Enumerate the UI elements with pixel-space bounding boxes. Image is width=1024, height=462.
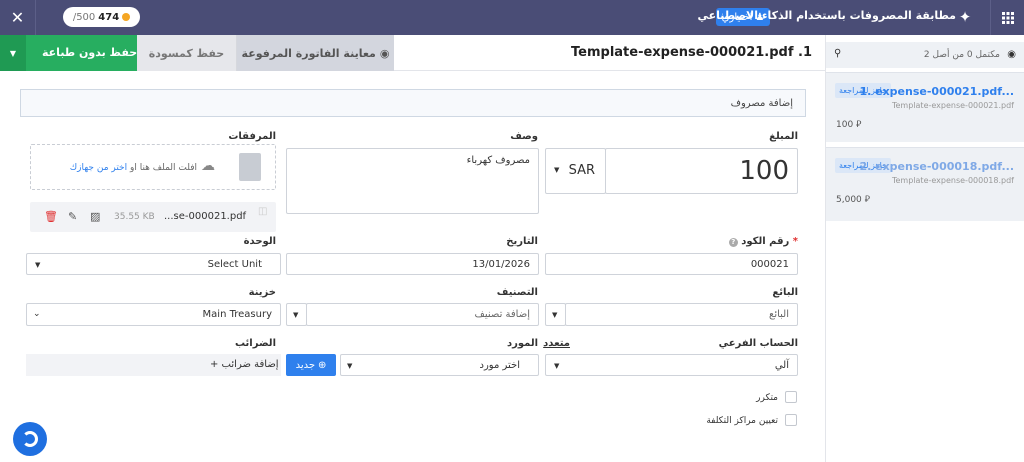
treasury-value: Main Treasury [202, 309, 272, 320]
save-no-print-button[interactable]: ▼ حفظ بدون طباعة [0, 35, 137, 71]
amount-input[interactable]: 100 [605, 148, 798, 194]
sidebar-item-file: Template-expense-000021.pdf [891, 101, 1014, 110]
credits-total: /500 [72, 11, 96, 23]
help-icon[interactable]: ? [728, 238, 738, 247]
sidebar-item-name: 2. expense-000018.pdf... [859, 160, 1014, 173]
document-title: Template-expense-000021.pdf .1 [571, 45, 812, 60]
section-header: إضافة مصروف [20, 89, 806, 117]
sidebar-header: ◉ مكتمل 0 من أصل 2 ⚲ [826, 42, 1024, 68]
search-icon[interactable]: ⚲ [834, 48, 841, 59]
save-dropdown-caret[interactable]: ▼ [0, 35, 26, 71]
chevron-down-icon: ⌄ [33, 309, 41, 319]
subaccount-select[interactable]: ▼ آلي [545, 354, 798, 376]
file-type-icon: ◫ [258, 206, 268, 217]
file-placeholder-icon [239, 153, 261, 181]
vendor-label: البائع [772, 287, 798, 298]
sidebar-item-file: Template-expense-000018.pdf [891, 176, 1014, 185]
unit-label: الوحدة [243, 236, 276, 247]
plus-circle-icon: ⊕ [318, 359, 327, 371]
recurring-label: متكرر [756, 393, 778, 403]
category-value: إضافة تصنيف [474, 309, 530, 320]
file-name: ...se-000021.pdf [164, 211, 247, 222]
edit-icon[interactable]: ✎ [68, 210, 77, 223]
add-tax-label: إضافة ضرائب + [210, 359, 279, 370]
cost-centers-checkbox[interactable] [785, 414, 797, 426]
save-draft-button[interactable]: حفظ كمسودة [137, 35, 237, 71]
description-textarea[interactable]: مصروف كهرباء [286, 148, 539, 214]
vendor-input[interactable]: البائع [565, 303, 798, 326]
preview-label: معاينة الفاتورة المرفوعة [241, 46, 376, 60]
amount-value: 100 [739, 156, 789, 186]
credits-used: 474 [98, 11, 120, 23]
code-input[interactable]: 000021 [545, 253, 798, 275]
subaccount-label: الحساب الفرعي [718, 338, 798, 349]
recurring-checkbox[interactable] [785, 391, 797, 403]
currency-value: SAR [568, 163, 595, 178]
supplier-value: اختر مورد [479, 360, 520, 371]
assistant-logo-icon[interactable] [13, 422, 47, 456]
sidebar-summary: مكتمل 0 من أصل 2 [923, 50, 1000, 60]
treasury-select[interactable]: ⌄ Main Treasury [26, 303, 281, 326]
upload-cloud-icon: ☁ [201, 158, 215, 174]
eye-icon: ◉ [379, 46, 390, 60]
date-value: 13/01/2026 [472, 259, 530, 270]
coin-icon [122, 13, 131, 21]
currency-select[interactable]: ▼ SAR [545, 148, 606, 194]
description-label: وصف [510, 131, 538, 142]
file-drop-zone[interactable]: افلت الملف هنا او اختر من جهازك ☁ [30, 144, 276, 190]
new-supplier-label: جديد [295, 359, 316, 371]
category-dropdown[interactable]: ▼ [286, 303, 307, 326]
new-supplier-button[interactable]: ⊕ جديد [286, 354, 336, 376]
attached-file-row: 🗑 ✎ ▨ 35.55 KB ...se-000021.pdf ◫ [30, 202, 276, 232]
file-size: 35.55 KB [114, 212, 155, 222]
chevron-down-icon: ▼ [293, 311, 299, 319]
sidebar-item[interactable]: جاهز للمراجعة 2. expense-000018.pdf... T… [826, 147, 1024, 221]
code-label: * رقم الكود ? [728, 236, 798, 247]
category-input[interactable]: إضافة تصنيف [306, 303, 539, 326]
chevron-down-icon: ▼ [554, 362, 560, 370]
unit-value: Select Unit [207, 259, 262, 270]
sidebar-item-name: 1. expense-000021.pdf... [859, 85, 1014, 98]
category-label: التصنيف [496, 287, 538, 298]
vendor-dropdown[interactable]: ▼ [545, 303, 566, 326]
treasury-label: خزينة [248, 287, 276, 298]
subaccount-value: آلي [774, 360, 789, 371]
apps-grid-icon[interactable] [990, 0, 1024, 35]
sidebar-item-amount: 5,000 ⃁ [836, 195, 870, 205]
credits-counter: /500 474 [63, 7, 140, 27]
chevron-down-icon: ▼ [35, 261, 41, 269]
close-icon[interactable]: ✕ [0, 0, 36, 35]
page-title: مطابقة المصروفات باستخدام الذكاء الاصطنا… [697, 9, 956, 22]
supplier-select[interactable]: ▼ اختر مورد [340, 354, 539, 376]
eye-icon[interactable]: ◉ [1007, 49, 1016, 60]
attachments-label: المرفقات [228, 131, 276, 142]
sidebar-item[interactable]: جاهز للمراجعة 1. expense-000021.pdf... T… [826, 72, 1024, 142]
hide-preview-icon[interactable]: ▨ [90, 210, 100, 223]
cost-centers-label: تعيين مراكز التكلفة [706, 416, 778, 426]
save-no-print-label: حفظ بدون طباعة [42, 46, 138, 59]
sidebar-item-amount: 100 ⃁ [836, 120, 862, 130]
choose-file-link[interactable]: اختر من جهازك [70, 163, 127, 173]
chevron-down-icon: ▼ [554, 166, 560, 174]
sparkle-icon: ✦ [958, 8, 972, 26]
date-label: التاريخ [506, 236, 538, 247]
unit-select[interactable]: ▼ Select Unit [26, 253, 281, 275]
date-input[interactable]: 13/01/2026 [286, 253, 539, 275]
taxes-label: الضرائب [234, 338, 276, 349]
add-tax-button[interactable]: إضافة ضرائب + [26, 354, 281, 376]
amount-label: المبلغ [769, 131, 798, 142]
section-title: إضافة مصروف [730, 98, 793, 109]
code-value: 000021 [750, 259, 789, 270]
drop-text: افلت الملف هنا او اختر من جهازك [69, 163, 197, 173]
chevron-down-icon: ▼ [347, 362, 353, 370]
chevron-down-icon: ▼ [552, 311, 558, 319]
vendor-value: البائع [769, 309, 789, 320]
supplier-label: المورد [506, 338, 538, 349]
multi-toggle[interactable]: متعدد [543, 338, 570, 349]
description-value: مصروف كهرباء [466, 155, 530, 166]
preview-invoice-tab[interactable]: ◉ معاينة الفاتورة المرفوعة [237, 35, 394, 71]
delete-icon[interactable]: 🗑 [44, 210, 58, 223]
